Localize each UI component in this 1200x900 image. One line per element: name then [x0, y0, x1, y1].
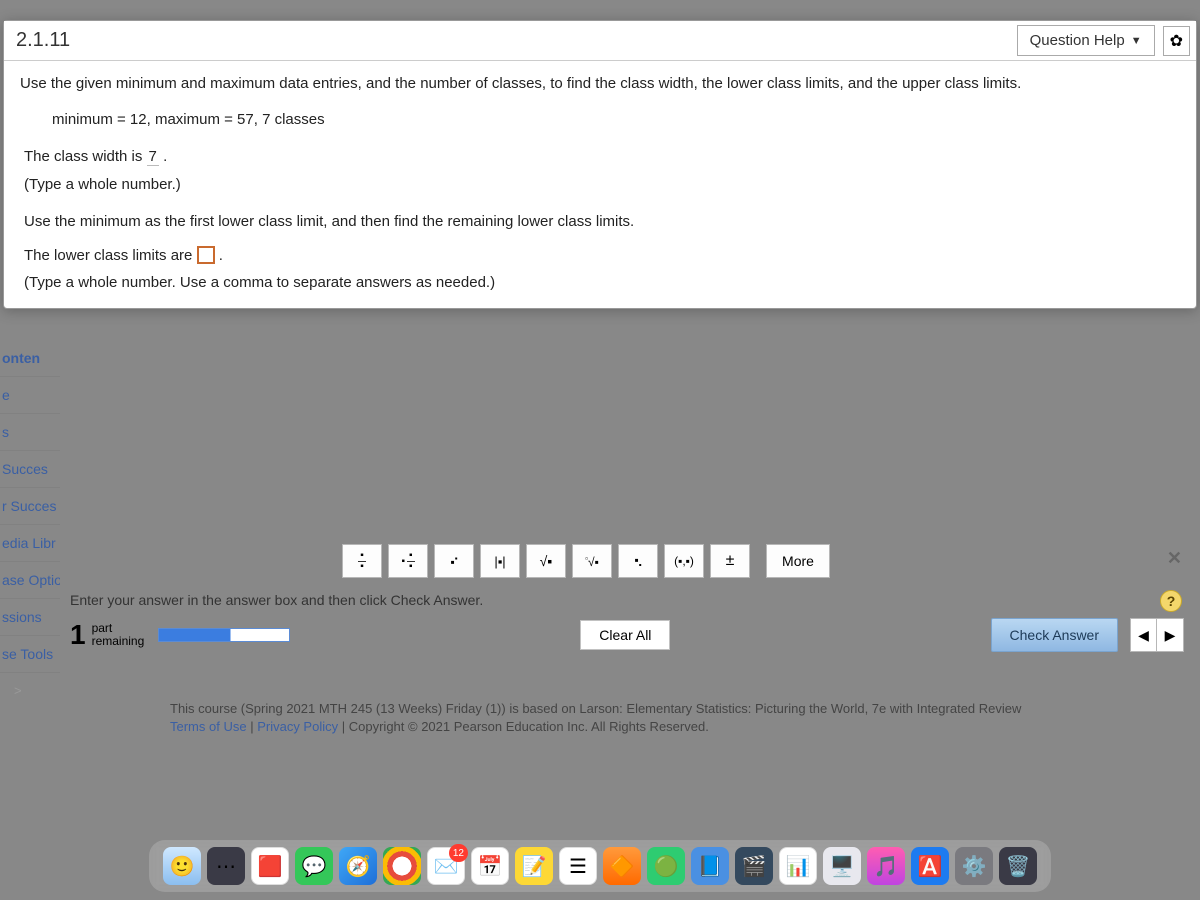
classwidth-hint: (Type a whole number.): [20, 172, 1180, 198]
terms-link[interactable]: Terms of Use: [170, 719, 247, 734]
sidebar-item[interactable]: onten: [0, 340, 60, 377]
question-footer: 1 part remaining Clear All Check Answer …: [70, 618, 1184, 652]
sidebar-item[interactable]: e: [0, 377, 60, 414]
privacy-link[interactable]: Privacy Policy: [257, 719, 338, 734]
classwidth-pre: The class width is: [24, 148, 147, 165]
classwidth-value: 7: [147, 148, 159, 166]
prev-question-button[interactable]: ◀: [1131, 619, 1157, 651]
app-icon[interactable]: 📊: [779, 847, 817, 885]
sidebar-item[interactable]: s: [0, 414, 60, 451]
settings-icon[interactable]: ⚙️: [955, 847, 993, 885]
messages-icon[interactable]: 💬: [295, 847, 333, 885]
palette-plusminus[interactable]: ±: [710, 544, 750, 578]
palette-more[interactable]: More: [766, 544, 830, 578]
safari-icon[interactable]: 🧭: [339, 847, 377, 885]
question-help-label: Question Help: [1030, 32, 1125, 49]
lowerlimits-pre: The lower class limits are: [24, 247, 197, 264]
left-nav: onten e s Succes r Succes edia Libr ase …: [0, 340, 60, 708]
question-header: 2.1.11 Question Help ▼ ✿: [4, 21, 1196, 61]
finder-icon[interactable]: 🙂: [163, 847, 201, 885]
nav-arrows: ◀ ▶: [1130, 618, 1184, 652]
question-help-dropdown[interactable]: Question Help ▼: [1017, 25, 1155, 56]
help-icon[interactable]: ?: [1160, 590, 1182, 612]
mac-dock: 🙂 ⋯ 🟥 💬 🧭 ✉️12 📅 📝 ☰ 🔶 🟢 📘 🎬 📊 🖥️ 🎵 🅰️ ⚙…: [149, 840, 1051, 892]
sidebar-expand-icon[interactable]: >: [0, 673, 60, 708]
settings-button[interactable]: ✿: [1163, 26, 1190, 56]
next-question-button[interactable]: ▶: [1157, 619, 1183, 651]
calendar-icon[interactable]: 📅: [471, 847, 509, 885]
chevron-down-icon: ▼: [1131, 35, 1142, 47]
mail-icon[interactable]: ✉️12: [427, 847, 465, 885]
mail-badge: 12: [449, 844, 468, 862]
answer-instruction: Enter your answer in the answer box and …: [70, 592, 483, 608]
progress-bar: [158, 628, 290, 642]
app-icon[interactable]: 🖥️: [823, 847, 861, 885]
sidebar-item[interactable]: Succes: [0, 451, 60, 488]
app-icon[interactable]: 🔶: [603, 847, 641, 885]
app-icon[interactable]: 📘: [691, 847, 729, 885]
clear-all-button[interactable]: Clear All: [580, 620, 670, 650]
trash-icon[interactable]: 🗑️: [999, 847, 1037, 885]
question-body: Use the given minimum and maximum data e…: [4, 61, 1196, 308]
classwidth-post: .: [163, 148, 167, 165]
appstore-icon[interactable]: 🅰️: [911, 847, 949, 885]
gear-icon: ✿: [1170, 33, 1183, 50]
notes-icon[interactable]: 📝: [515, 847, 553, 885]
app-icon[interactable]: ⋯: [207, 847, 245, 885]
course-info: This course (Spring 2021 MTH 245 (13 Wee…: [170, 700, 1170, 718]
parts-remaining: 1 part remaining: [70, 619, 290, 651]
palette-coord[interactable]: (▪,▪): [664, 544, 704, 578]
sidebar-item[interactable]: r Succes: [0, 488, 60, 525]
app-icon[interactable]: 🎬: [735, 847, 773, 885]
math-palette: ▪▪ ▪▪▪ ▪▪ |▪| √▪ ▫√▪ ▪▪ (▪,▪) ± More: [342, 544, 830, 578]
lowerlimits-hint: (Type a whole number. Use a comma to sep…: [20, 270, 1180, 296]
chrome-icon[interactable]: [383, 847, 421, 885]
check-answer-button[interactable]: Check Answer: [991, 618, 1118, 652]
question-prompt: Use the given minimum and maximum data e…: [20, 71, 1180, 97]
sidebar-item[interactable]: ase Optio: [0, 562, 60, 599]
question-given: minimum = 12, maximum = 57, 7 classes: [20, 107, 1180, 133]
palette-sqrt[interactable]: √▪: [526, 544, 566, 578]
sidebar-item[interactable]: ssions: [0, 599, 60, 636]
palette-nroot[interactable]: ▫√▪: [572, 544, 612, 578]
lowerlimits-input[interactable]: [197, 246, 215, 264]
part-label-bottom: remaining: [92, 635, 145, 648]
part-number: 1: [70, 619, 86, 651]
palette-close-icon[interactable]: ✕: [1167, 548, 1182, 569]
question-number: 2.1.11: [10, 25, 76, 56]
lowerlimits-instruction: Use the minimum as the first lower class…: [20, 209, 1180, 235]
reminders-icon[interactable]: ☰: [559, 847, 597, 885]
sidebar-item[interactable]: edia Libr: [0, 525, 60, 562]
palette-absolute[interactable]: |▪|: [480, 544, 520, 578]
palette-fraction[interactable]: ▪▪: [342, 544, 382, 578]
palette-mixed-fraction[interactable]: ▪▪▪: [388, 544, 428, 578]
question-window: 2.1.11 Question Help ▼ ✿ Use the given m…: [3, 20, 1197, 309]
course-footer: This course (Spring 2021 MTH 245 (13 Wee…: [170, 700, 1170, 736]
music-icon[interactable]: 🎵: [867, 847, 905, 885]
palette-exponent[interactable]: ▪▪: [434, 544, 474, 578]
sidebar-item[interactable]: se Tools: [0, 636, 60, 673]
palette-subscript[interactable]: ▪▪: [618, 544, 658, 578]
app-icon[interactable]: 🟢: [647, 847, 685, 885]
app-icon[interactable]: 🟥: [251, 847, 289, 885]
copyright-text: Copyright © 2021 Pearson Education Inc. …: [349, 719, 709, 734]
